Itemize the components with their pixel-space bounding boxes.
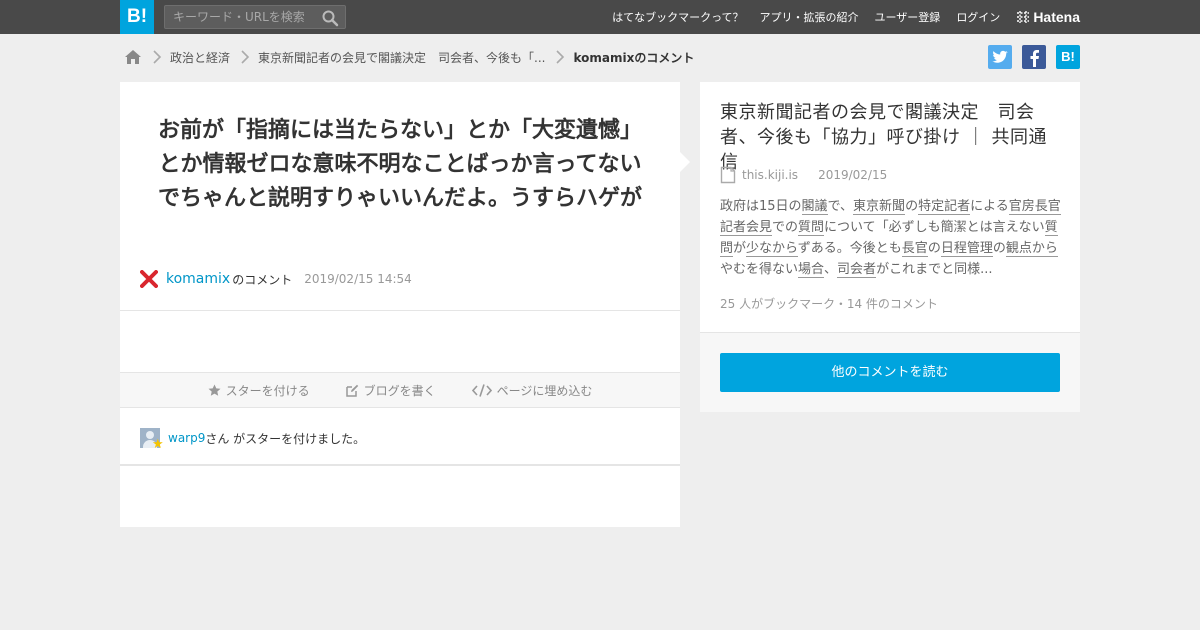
facebook-icon bbox=[1030, 50, 1039, 67]
comment-actions: スターを付ける ブログを書く ページに埋め込む bbox=[120, 372, 680, 408]
nav-apps[interactable]: アプリ・拡張の紹介 bbox=[760, 9, 859, 25]
divider bbox=[120, 310, 680, 311]
keyword-link[interactable]: 長官 bbox=[901, 241, 928, 257]
star-list: ★ warp9 さん がスターを付けました。 bbox=[140, 428, 366, 451]
entry-footer: 他のコメントを読む bbox=[700, 332, 1080, 412]
write-blog-label: ブログを書く bbox=[363, 383, 436, 398]
top-bar: B! はてなブックマークって？ アプリ・拡張の紹介 ユーザー登録 ログイン Ha… bbox=[0, 0, 1200, 34]
embed-button[interactable]: ページに埋め込む bbox=[471, 382, 593, 399]
chevron-right-icon bbox=[241, 50, 250, 64]
user-avatar-icon[interactable] bbox=[140, 270, 158, 288]
page-icon bbox=[720, 166, 736, 184]
chevron-right-icon bbox=[153, 50, 162, 64]
star-text: さん がスターを付けました。 bbox=[205, 431, 366, 446]
comment-user-link[interactable]: komamix bbox=[166, 271, 230, 287]
hatena-bookmark-share-button[interactable]: B! bbox=[1056, 45, 1080, 69]
excerpt-text: の bbox=[927, 241, 941, 256]
excerpt-text: ずある。今後とも bbox=[797, 241, 902, 256]
entry-card: 東京新聞記者の会見で閣議決定 司会者、今後も「協力」呼び掛け ｜ 共同通信 th… bbox=[700, 82, 1080, 412]
add-star-button[interactable]: スターを付ける bbox=[208, 382, 310, 399]
keyword-link[interactable]: 日程管理 bbox=[940, 241, 993, 257]
divider bbox=[120, 464, 680, 466]
nav-register[interactable]: ユーザー登録 bbox=[875, 9, 941, 25]
twitter-icon bbox=[992, 50, 1008, 63]
star-icon: ★ bbox=[152, 437, 164, 452]
search-input[interactable] bbox=[165, 6, 315, 28]
facebook-share-button[interactable] bbox=[1022, 45, 1046, 69]
excerpt-text: で、 bbox=[827, 199, 854, 214]
add-star-label: スターを付ける bbox=[225, 383, 310, 398]
nav-about[interactable]: はてなブックマークって？ bbox=[612, 9, 743, 25]
breadcrumb-category[interactable]: 政治と経済 bbox=[170, 49, 230, 66]
hatena-link[interactable]: Hatena bbox=[1016, 9, 1080, 25]
comment-date[interactable]: 2019/02/15 14:54 bbox=[304, 272, 412, 286]
star-user-link[interactable]: warp9 bbox=[168, 431, 205, 445]
share-buttons: B! bbox=[978, 45, 1080, 69]
hatena-logo-icon bbox=[1017, 11, 1030, 23]
keyword-link[interactable]: 東京新聞 bbox=[853, 199, 906, 215]
excerpt-text: 、 bbox=[824, 262, 838, 277]
keyword-link[interactable]: 閣議 bbox=[801, 199, 828, 215]
star-icon bbox=[208, 384, 221, 396]
nav-login[interactable]: ログイン bbox=[956, 9, 1000, 25]
entry-domain[interactable]: this.kiji.is bbox=[742, 168, 798, 182]
comment-text: お前が「指摘には当たらない」とか「大変遺憾」とか情報ゼロな意味不明なことばっか言… bbox=[157, 118, 642, 211]
keyword-link[interactable]: 少なから bbox=[746, 241, 798, 257]
search-icon[interactable] bbox=[321, 9, 339, 27]
excerpt-text: 政府は15日の bbox=[720, 199, 802, 214]
hatena-bookmark-logo[interactable]: B! bbox=[120, 0, 154, 34]
star-user-avatar[interactable]: ★ bbox=[140, 428, 164, 451]
search-box[interactable] bbox=[164, 5, 346, 29]
excerpt-text: について「必ずしも簡潔とは言えない bbox=[824, 220, 1045, 235]
entry-date: 2019/02/15 bbox=[818, 168, 888, 182]
excerpt-text: の bbox=[992, 241, 1006, 256]
entry-title[interactable]: 東京新聞記者の会見で閣議決定 司会者、今後も「協力」呼び掛け ｜ 共同通信 bbox=[720, 100, 1065, 175]
keyword-link[interactable]: 特定記者 bbox=[918, 199, 971, 215]
entry-excerpt: 政府は15日の閣議で、東京新聞の特定記者による官房長官記者会見での質問について「… bbox=[720, 196, 1065, 280]
excerpt-text: での bbox=[772, 220, 799, 235]
embed-label: ページに埋め込む bbox=[496, 383, 593, 398]
header-nav: はてなブックマークって？ アプリ・拡張の紹介 ユーザー登録 ログイン Haten… bbox=[596, 0, 1080, 34]
keyword-link[interactable]: 質問 bbox=[798, 220, 825, 236]
breadcrumb-current: komamixのコメント bbox=[573, 50, 695, 65]
keyword-link[interactable]: 場合 bbox=[798, 262, 825, 278]
write-blog-button[interactable]: ブログを書く bbox=[345, 382, 436, 399]
code-icon bbox=[471, 383, 492, 397]
excerpt-text: がこれまでと同様... bbox=[876, 262, 993, 277]
excerpt-text: による bbox=[970, 199, 1009, 214]
edit-icon bbox=[345, 384, 358, 397]
excerpt-text: が bbox=[733, 241, 747, 256]
comment-meta: komamix のコメント 2019/02/15 14:54 bbox=[140, 270, 412, 288]
breadcrumb-entry[interactable]: 東京新聞記者の会見で閣議決定 司会者、今後も「... bbox=[258, 49, 545, 66]
read-other-comments-button[interactable]: 他のコメントを読む bbox=[720, 353, 1060, 392]
card-pointer bbox=[680, 152, 690, 172]
comment-user-suffix: のコメント bbox=[232, 272, 293, 287]
excerpt-text: やむを得ない bbox=[720, 262, 799, 277]
twitter-share-button[interactable] bbox=[988, 45, 1012, 69]
entry-meta: this.kiji.is 2019/02/15 bbox=[720, 166, 887, 184]
keyword-link[interactable]: 観点から bbox=[1005, 241, 1058, 257]
home-icon[interactable] bbox=[124, 49, 142, 65]
breadcrumb: 政治と経済 東京新聞記者の会見で閣議決定 司会者、今後も「... komamix… bbox=[124, 46, 694, 68]
chevron-right-icon bbox=[556, 50, 565, 64]
keyword-link[interactable]: 司会者 bbox=[837, 262, 877, 278]
bookmark-counts[interactable]: 25 人がブックマーク・14 件のコメント bbox=[720, 295, 938, 312]
excerpt-text: の bbox=[905, 199, 919, 214]
hatena-label: Hatena bbox=[1033, 9, 1080, 25]
comment-card: お前が「指摘には当たらない」とか「大変遺憾」とか情報ゼロな意味不明なことばっか言… bbox=[120, 82, 680, 527]
